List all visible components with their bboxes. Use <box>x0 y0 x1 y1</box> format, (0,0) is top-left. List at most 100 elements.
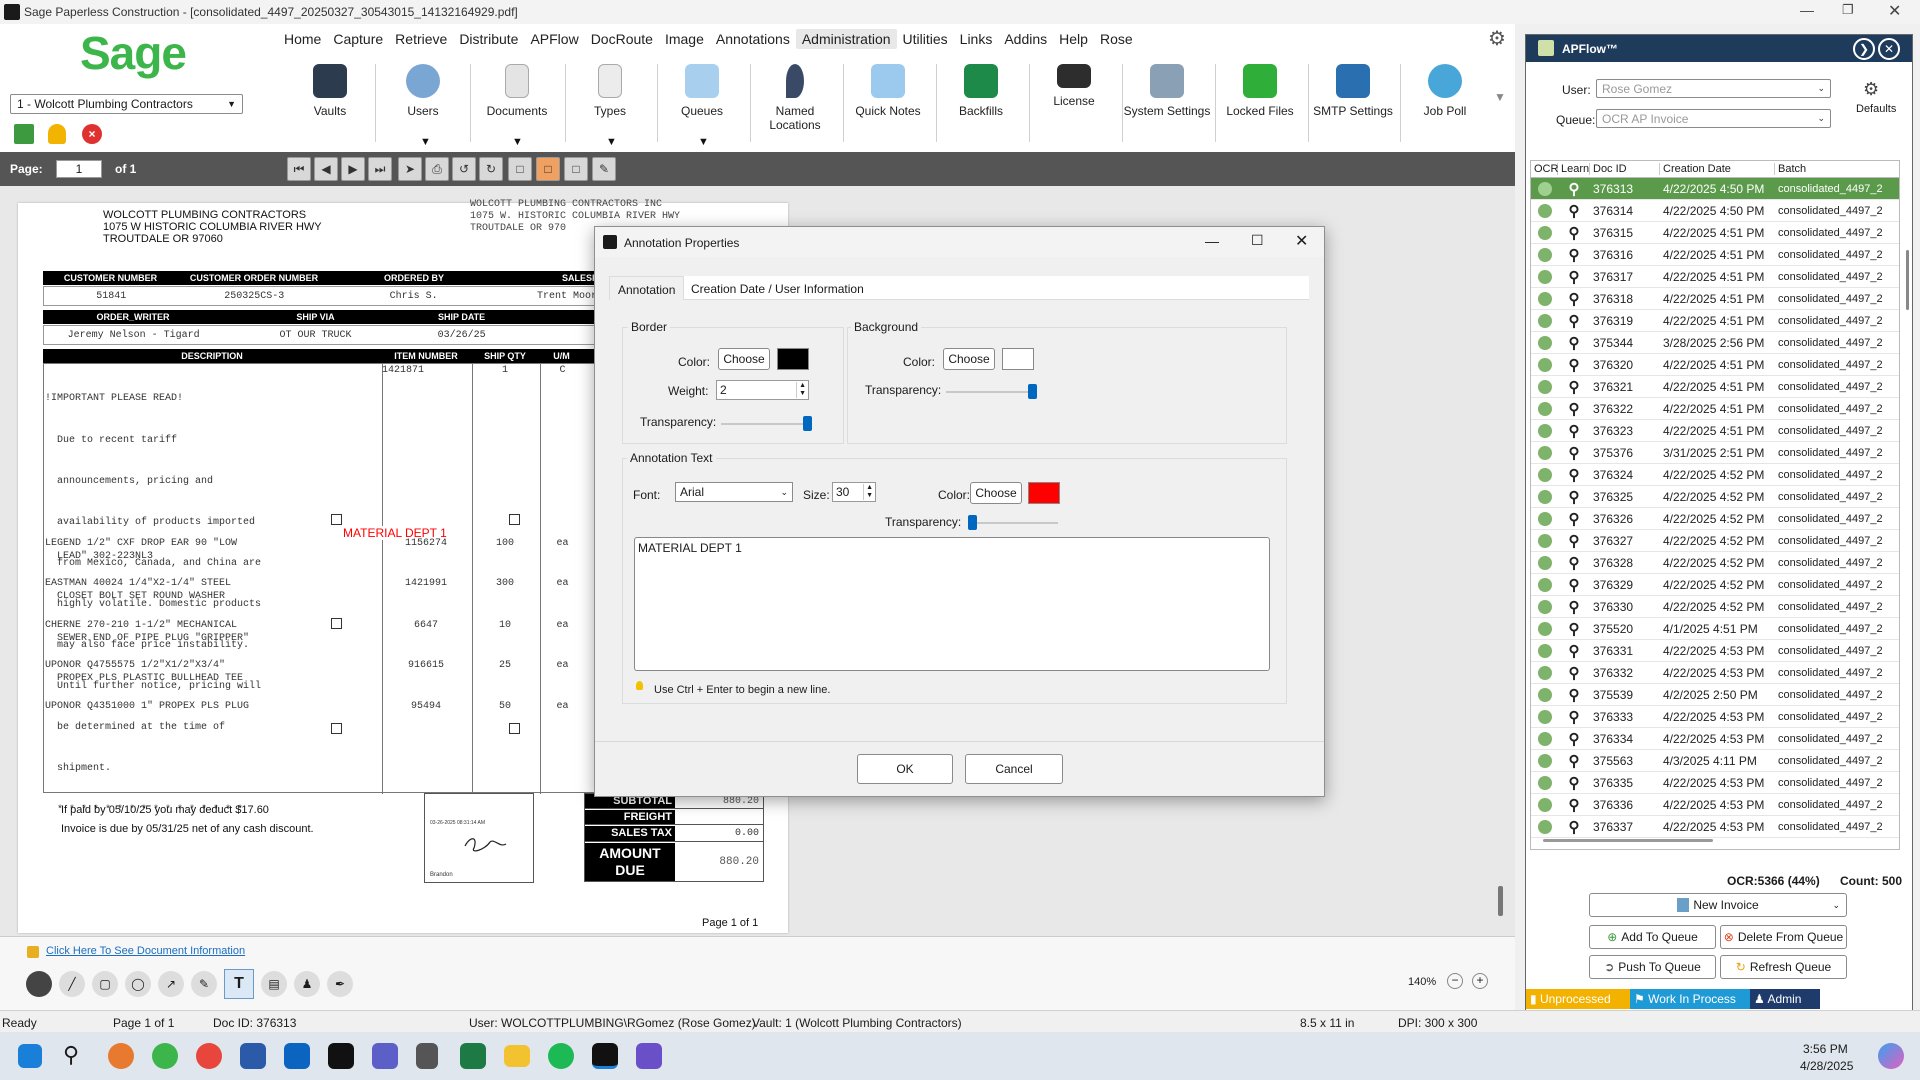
vertical-scrollbar[interactable] <box>1906 250 1909 310</box>
learn-search-icon[interactable]: ⚲ <box>1558 268 1590 286</box>
table-row[interactable]: ⚲ 375520 4/1/2025 4:51 PM consolidated_4497… <box>1531 618 1899 640</box>
company-select[interactable]: 1 - Wolcott Plumbing Contractors ▼ <box>10 94 243 114</box>
menu-apflow[interactable]: APFlow <box>524 29 584 49</box>
queues-dropdown-icon[interactable]: ▼ <box>698 136 709 148</box>
col-ocr[interactable]: OCR <box>1531 163 1558 175</box>
learn-search-icon[interactable]: ⚲ <box>1558 356 1590 374</box>
learn-search-icon[interactable]: ⚲ <box>1558 312 1590 330</box>
learn-search-icon[interactable]: ⚲ <box>1558 202 1590 220</box>
menu-distribute[interactable]: Distribute <box>453 29 524 49</box>
font-select[interactable]: Arial ⌄ <box>675 482 793 502</box>
prev-page-button[interactable]: ◀ <box>314 157 338 181</box>
col-batch[interactable]: Batch <box>1775 163 1895 175</box>
backfills-button[interactable]: Backfills <box>936 64 1026 152</box>
menu-image[interactable]: Image <box>659 29 710 49</box>
menu-help[interactable]: Help <box>1053 29 1094 49</box>
table-row[interactable]: ⚲ 375376 3/31/2025 2:51 PM consolidated_449… <box>1531 442 1899 464</box>
ribbon-expand-icon[interactable]: ▼ <box>1494 90 1506 104</box>
learn-search-icon[interactable]: ⚲ <box>1558 686 1590 704</box>
learn-search-icon[interactable]: ⚲ <box>1558 576 1590 594</box>
documents-dropdown-icon[interactable]: ▼ <box>512 136 523 148</box>
dialog-minimize-icon[interactable]: — <box>1205 233 1219 249</box>
checkbox-icon[interactable] <box>509 723 520 734</box>
annotation-mode-icon[interactable]: □ <box>536 157 560 181</box>
table-row[interactable]: ⚲ 376322 4/22/2025 4:51 PM consolidated_449… <box>1531 398 1899 420</box>
menu-capture[interactable]: Capture <box>327 29 389 49</box>
signature-tool-icon[interactable]: ✒ <box>327 971 353 997</box>
table-row[interactable]: ⚲ 376328 4/22/2025 4:52 PM consolidated_449… <box>1531 552 1899 574</box>
learn-search-icon[interactable]: ⚲ <box>1558 224 1590 242</box>
learn-search-icon[interactable]: ⚲ <box>1558 180 1590 198</box>
table-row[interactable]: ⚲ 376325 4/22/2025 4:52 PM consolidated_449… <box>1531 486 1899 508</box>
learn-search-icon[interactable]: ⚲ <box>1558 246 1590 264</box>
menu-addins[interactable]: Addins <box>998 29 1053 49</box>
ellipse-tool-icon[interactable]: ◯ <box>125 971 151 997</box>
menu-home[interactable]: Home <box>278 29 327 49</box>
rotate-right-icon[interactable]: ↻ <box>479 157 503 181</box>
checkbox-icon[interactable] <box>331 723 342 734</box>
apflow-close-icon[interactable]: ✕ <box>1878 38 1900 60</box>
table-row[interactable]: ⚲ 376326 4/22/2025 4:52 PM consolidated_449… <box>1531 508 1899 530</box>
users-dropdown-icon[interactable]: ▼ <box>420 136 431 148</box>
table-row[interactable]: ⚲ 376315 4/22/2025 4:51 PM consolidated_449… <box>1531 222 1899 244</box>
outlook-icon[interactable] <box>284 1043 310 1069</box>
learn-search-icon[interactable]: ⚲ <box>1558 664 1590 682</box>
border-transparency-thumb[interactable] <box>803 416 812 431</box>
table-row[interactable]: ⚲ 376330 4/22/2025 4:52 PM consolidated_449… <box>1531 596 1899 618</box>
last-page-button[interactable]: ⏭ <box>368 157 392 181</box>
table-row[interactable]: ⚲ 376337 4/22/2025 4:53 PM consolidated_449… <box>1531 816 1899 838</box>
table-row[interactable]: ⚲ 375563 4/3/2025 4:11 PM consolidated_4497… <box>1531 750 1899 772</box>
background-choose-button[interactable]: Choose <box>943 348 995 370</box>
table-row[interactable]: ⚲ 375539 4/2/2025 2:50 PM consolidated_4497… <box>1531 684 1899 706</box>
border-color-swatch[interactable] <box>777 348 809 370</box>
size-spinner[interactable]: 30 ▲ ▼ <box>832 482 876 502</box>
learn-search-icon[interactable]: ⚲ <box>1558 818 1590 836</box>
windows-start-icon[interactable] <box>18 1044 42 1068</box>
job-poll-button[interactable]: Job Poll <box>1400 64 1490 152</box>
calculator-icon[interactable] <box>416 1043 438 1069</box>
background-color-swatch[interactable] <box>1002 348 1034 370</box>
license-button[interactable]: License <box>1029 64 1119 152</box>
table-row[interactable]: ⚲ 376335 4/22/2025 4:53 PM consolidated_449… <box>1531 772 1899 794</box>
zoom-out-icon[interactable]: − <box>1447 973 1463 989</box>
text-tool-icon[interactable]: T <box>224 969 254 999</box>
horizontal-scrollbar[interactable] <box>1543 839 1713 842</box>
arrow-tool-icon[interactable]: ↗ <box>158 971 184 997</box>
line-tool-icon[interactable]: ╱ <box>59 971 85 997</box>
apflow-nav-icon[interactable]: ❯ <box>1853 38 1875 60</box>
add-to-queue-button[interactable]: ⊕ Add To Queue <box>1589 925 1716 949</box>
annotation-text-input[interactable]: MATERIAL DEPT 1 <box>634 537 1270 671</box>
table-row[interactable]: ⚲ 376319 4/22/2025 4:51 PM consolidated_449… <box>1531 310 1899 332</box>
thumbnail-icon[interactable]: □ <box>564 157 588 181</box>
app-icon-1[interactable] <box>108 1043 134 1069</box>
document-info-link[interactable]: Click Here To See Document Information <box>46 945 245 957</box>
close-icon[interactable]: ✕ <box>1888 1 1901 21</box>
learn-search-icon[interactable]: ⚲ <box>1558 554 1590 572</box>
close-document-icon[interactable]: × <box>82 124 102 144</box>
table-row[interactable]: ⚲ 376332 4/22/2025 4:53 PM consolidated_449… <box>1531 662 1899 684</box>
next-page-button[interactable]: ▶ <box>341 157 365 181</box>
table-row[interactable]: ⚲ 376316 4/22/2025 4:51 PM consolidated_449… <box>1531 244 1899 266</box>
table-row[interactable]: ⚲ 376331 4/22/2025 4:53 PM consolidated_449… <box>1531 640 1899 662</box>
menu-docroute[interactable]: DocRoute <box>585 29 659 49</box>
clock-date[interactable]: 4/28/2025 <box>1800 1059 1853 1073</box>
learn-search-icon[interactable]: ⚲ <box>1558 796 1590 814</box>
table-row[interactable]: ⚲ 376324 4/22/2025 4:52 PM consolidated_449… <box>1531 464 1899 486</box>
checkbox-icon[interactable] <box>509 514 520 525</box>
note-tool-icon[interactable]: ▤ <box>261 971 287 997</box>
table-row[interactable]: ⚲ 375344 3/28/2025 2:56 PM consolidated_449… <box>1531 332 1899 354</box>
sage-taskbar-icon[interactable] <box>328 1043 354 1069</box>
spotify-icon[interactable] <box>548 1043 574 1069</box>
border-transparency-slider[interactable] <box>721 423 809 425</box>
table-row[interactable]: ⚲ 376333 4/22/2025 4:53 PM consolidated_449… <box>1531 706 1899 728</box>
border-weight-spinner[interactable]: 2 ▲ ▼ <box>716 380 809 400</box>
learn-search-icon[interactable]: ⚲ <box>1558 752 1590 770</box>
app-icon-14[interactable] <box>636 1043 662 1069</box>
chrome-icon[interactable] <box>196 1043 222 1069</box>
menu-annotations[interactable]: Annotations <box>710 29 796 49</box>
table-row[interactable]: ⚲ 376320 4/22/2025 4:51 PM consolidated_449… <box>1531 354 1899 376</box>
learn-search-icon[interactable]: ⚲ <box>1558 444 1590 462</box>
app-icon-2[interactable] <box>152 1043 178 1069</box>
teams-icon[interactable] <box>372 1043 398 1069</box>
table-row[interactable]: ⚲ 376314 4/22/2025 4:50 PM consolidated_449… <box>1531 200 1899 222</box>
